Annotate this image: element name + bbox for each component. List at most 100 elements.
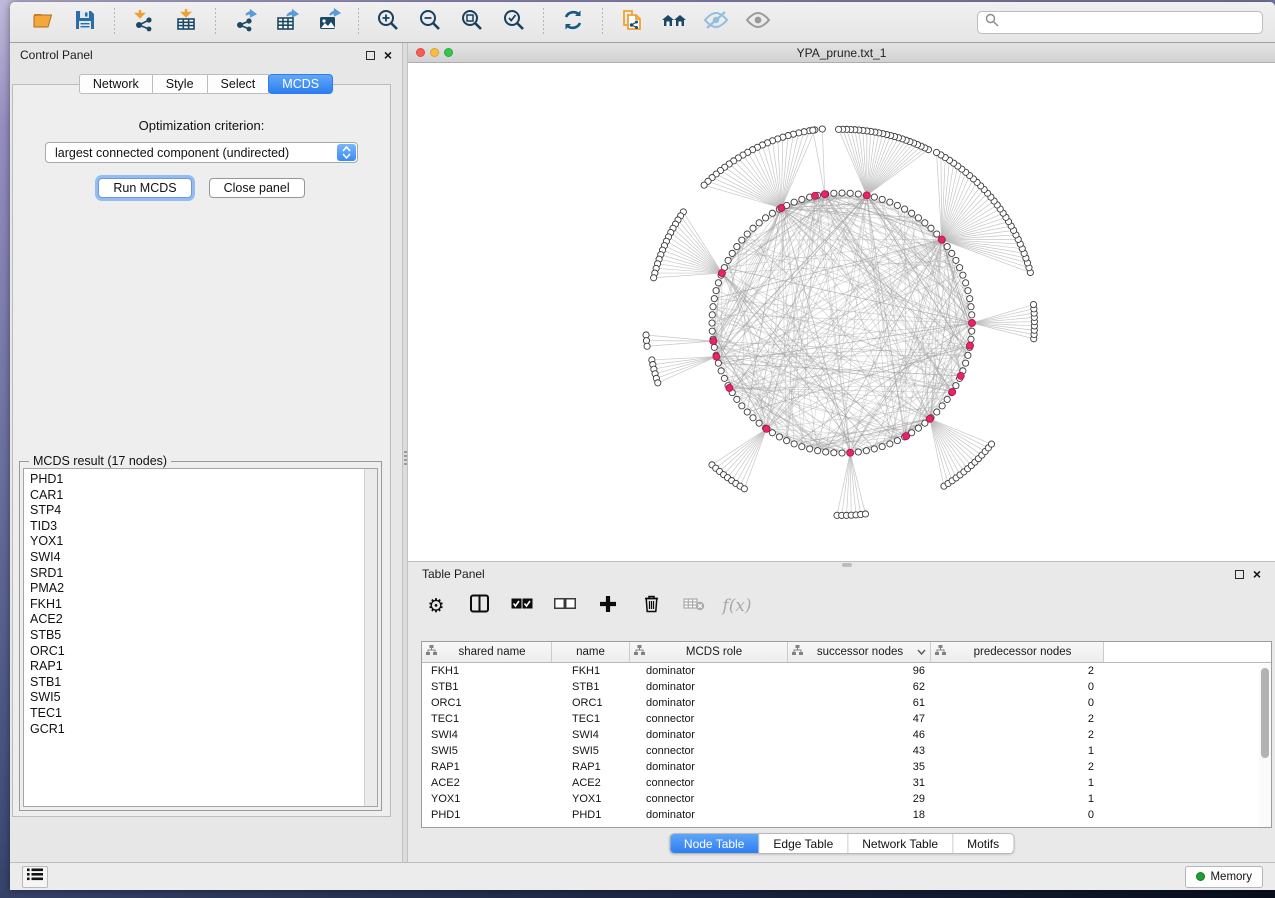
network-node[interactable]: [953, 257, 959, 263]
table-row[interactable]: YOX1YOX1connector291: [422, 791, 1271, 807]
search-input[interactable]: [999, 15, 1255, 29]
close-panel-icon[interactable]: ×: [384, 50, 392, 60]
network-node[interactable]: [651, 275, 657, 281]
network-node[interactable]: [965, 352, 971, 358]
network-hub-node[interactable]: [726, 385, 733, 392]
table-row[interactable]: SWI4SWI4dominator462: [422, 727, 1271, 743]
network-node[interactable]: [968, 336, 974, 342]
mcds-result-item[interactable]: TEC1: [24, 706, 377, 722]
network-node[interactable]: [965, 288, 971, 294]
tab-motifs[interactable]: Motifs: [953, 834, 1013, 853]
tab-mcds[interactable]: MCDS: [268, 74, 333, 94]
mcds-result-item[interactable]: ACE2: [24, 612, 377, 628]
mcds-result-item[interactable]: SRD1: [24, 566, 377, 582]
first-neighbors-button[interactable]: [659, 7, 689, 37]
network-node[interactable]: [756, 220, 762, 226]
zoom-in-button[interactable]: [373, 7, 403, 37]
network-node[interactable]: [969, 312, 975, 318]
table-row[interactable]: SWI5SWI5connector431: [422, 743, 1271, 759]
network-node[interactable]: [750, 415, 756, 421]
mcds-result-item[interactable]: PMA2: [24, 581, 377, 597]
network-node[interactable]: [655, 380, 661, 386]
network-node[interactable]: [791, 441, 797, 447]
network-node[interactable]: [713, 288, 719, 294]
network-node[interactable]: [894, 438, 900, 444]
table-row[interactable]: FKH1FKH1dominator962: [422, 663, 1271, 679]
zoom-fit-button[interactable]: [457, 7, 487, 37]
network-node[interactable]: [855, 449, 861, 455]
network-hub-node[interactable]: [847, 449, 854, 456]
criterion-select[interactable]: largest connected component (undirected): [45, 142, 358, 163]
network-node[interactable]: [701, 182, 707, 188]
export-table-button[interactable]: [272, 7, 302, 37]
network-node[interactable]: [939, 403, 945, 409]
add-column-button[interactable]: [596, 594, 620, 618]
mcds-result-item[interactable]: GCR1: [24, 722, 377, 738]
mcds-result-item[interactable]: TID3: [24, 519, 377, 535]
show-columns-button[interactable]: [467, 594, 491, 618]
close-panel-button[interactable]: Close panel: [209, 178, 305, 198]
network-node[interactable]: [863, 448, 869, 454]
network-node[interactable]: [839, 190, 845, 196]
table-scrollbar[interactable]: [1259, 664, 1271, 827]
network-node[interactable]: [839, 450, 845, 456]
network-node[interactable]: [784, 438, 790, 444]
network-node[interactable]: [855, 191, 861, 197]
network-node[interactable]: [709, 328, 715, 334]
column-header-name[interactable]: name: [552, 642, 630, 662]
network-node[interactable]: [807, 446, 813, 452]
run-mcds-button[interactable]: Run MCDS: [98, 178, 191, 198]
network-node[interactable]: [791, 199, 797, 205]
network-node[interactable]: [969, 328, 975, 334]
deselect-all-button[interactable]: [553, 594, 577, 618]
network-node[interactable]: [894, 202, 900, 208]
network-node[interactable]: [847, 190, 853, 196]
network-node[interactable]: [744, 409, 750, 415]
table-settings-button[interactable]: ⚙: [424, 594, 448, 618]
export-network-button[interactable]: [230, 7, 260, 37]
network-node[interactable]: [769, 210, 775, 216]
network-hub-node[interactable]: [967, 342, 974, 349]
network-node[interactable]: [739, 403, 745, 409]
float-panel-icon[interactable]: [366, 51, 375, 60]
network-node[interactable]: [968, 304, 974, 310]
mcds-result-item[interactable]: YOX1: [24, 534, 377, 550]
network-hub-node[interactable]: [763, 425, 770, 432]
network-window-titlebar[interactable]: YPA_prune.txt_1: [408, 43, 1275, 63]
mcds-result-item[interactable]: RAP1: [24, 659, 377, 675]
network-node[interactable]: [810, 127, 816, 133]
network-node[interactable]: [711, 296, 717, 302]
network-node[interactable]: [928, 225, 934, 231]
network-node[interactable]: [769, 430, 775, 436]
tab-select[interactable]: Select: [207, 74, 270, 94]
network-hub-node[interactable]: [863, 192, 870, 199]
network-node[interactable]: [739, 237, 745, 243]
network-node[interactable]: [902, 206, 908, 212]
tab-node-table[interactable]: Node Table: [670, 834, 760, 853]
hide-selected-button[interactable]: [701, 7, 731, 37]
network-hub-node[interactable]: [949, 388, 956, 395]
network-node[interactable]: [915, 215, 921, 221]
zoom-selected-button[interactable]: [499, 7, 529, 37]
table-row[interactable]: ORC1ORC1dominator610: [422, 695, 1271, 711]
mcds-result-item[interactable]: STP4: [24, 503, 377, 519]
delete-column-button[interactable]: [639, 594, 663, 618]
network-hub-node[interactable]: [903, 433, 910, 440]
mcds-result-item[interactable]: STB5: [24, 628, 377, 644]
network-node[interactable]: [734, 243, 740, 249]
network-node[interactable]: [949, 250, 955, 256]
network-node[interactable]: [644, 343, 650, 349]
network-node[interactable]: [871, 194, 877, 200]
network-node[interactable]: [967, 296, 973, 302]
network-node[interactable]: [750, 225, 756, 231]
network-node[interactable]: [871, 446, 877, 452]
network-hub-node[interactable]: [926, 415, 933, 422]
network-node[interactable]: [909, 210, 915, 216]
show-all-button[interactable]: [743, 7, 773, 37]
close-table-panel-icon[interactable]: ×: [1253, 569, 1261, 579]
table-row[interactable]: TEC1TEC1connector472: [422, 711, 1271, 727]
network-node[interactable]: [718, 368, 724, 374]
open-file-button[interactable]: [28, 7, 58, 37]
memory-button[interactable]: Memory: [1185, 866, 1263, 888]
mcds-list-scrollbar[interactable]: [364, 469, 377, 806]
